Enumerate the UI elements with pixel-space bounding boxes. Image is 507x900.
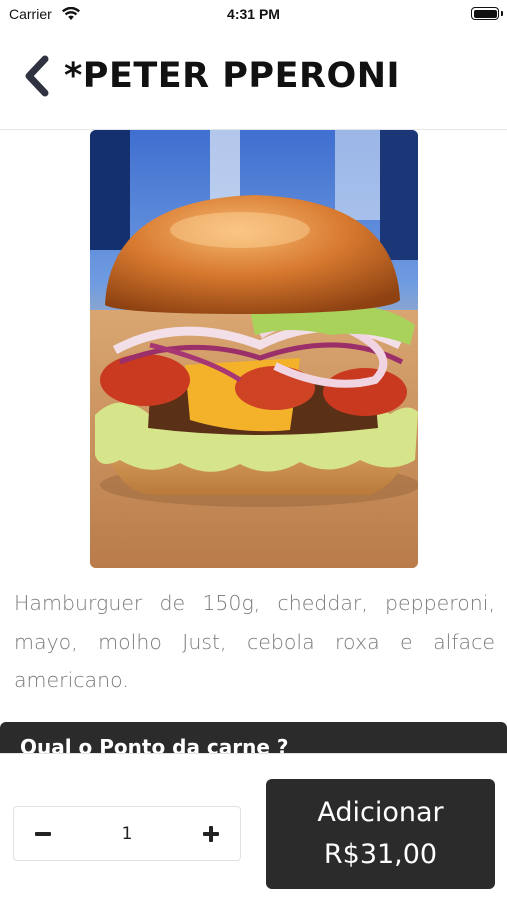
back-button[interactable]	[18, 52, 54, 100]
increase-quantity-button[interactable]	[194, 817, 228, 851]
option-section-title: Qual o Ponto da carne ?	[20, 735, 289, 753]
quantity-stepper: 1	[13, 806, 241, 861]
option-section-header[interactable]: Qual o Ponto da carne ?	[0, 722, 507, 753]
add-button-price: R$31,00	[323, 839, 438, 870]
navigation-header: *PETER PPERONI	[0, 28, 507, 130]
chevron-left-icon	[25, 55, 49, 97]
bottom-bar: 1 Adicionar R$31,00	[0, 753, 507, 900]
clock: 4:31 PM	[227, 6, 280, 22]
add-button-label: Adicionar	[317, 797, 444, 828]
battery-icon	[471, 7, 499, 20]
page-title: *PETER PPERONI	[64, 56, 401, 96]
status-bar: Carrier 4:31 PM	[0, 0, 507, 28]
product-description: Hamburguer de 150g, cheddar, pepperoni, …	[14, 591, 495, 692]
add-to-cart-button[interactable]: Adicionar R$31,00	[266, 779, 495, 889]
battery-tip	[501, 11, 503, 16]
product-image	[90, 130, 418, 568]
